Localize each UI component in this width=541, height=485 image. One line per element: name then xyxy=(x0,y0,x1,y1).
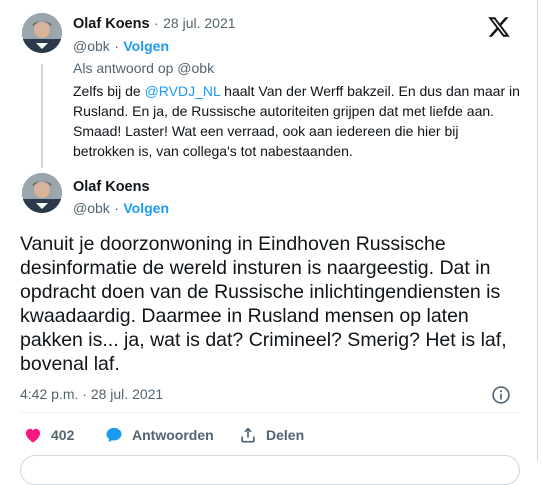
like-count: 402 xyxy=(51,427,75,443)
main-author-avatar[interactable] xyxy=(22,173,62,213)
tweet-time: 4:42 p.m. xyxy=(20,386,79,402)
main-tweet-text: Vanuit je doorzonwoning in Eindhoven Rus… xyxy=(20,233,507,375)
separator: · xyxy=(154,15,159,31)
reply-follow-button[interactable]: Volgen xyxy=(123,38,169,54)
tweet-card: Olaf Koens · 28 jul. 2021 @obk · Volgen … xyxy=(0,0,538,485)
reply-text-start: Zelfs bij de xyxy=(73,83,145,99)
reply-context-handle[interactable]: @obk xyxy=(177,60,214,76)
share-button[interactable]: Delen xyxy=(238,425,304,445)
read-replies-button[interactable] xyxy=(20,455,520,485)
main-handle-row: @obk · Volgen xyxy=(73,200,169,218)
main-follow-button[interactable]: Volgen xyxy=(123,200,169,216)
like-button[interactable]: 402 xyxy=(23,425,74,445)
reply-author-name[interactable]: Olaf Koens xyxy=(73,16,150,32)
tweet-date: 28 jul. 2021 xyxy=(90,386,164,402)
reply-context-label: Als antwoord op xyxy=(73,60,174,76)
heart-icon xyxy=(25,428,41,443)
reply-tweet-text: Zelfs bij de @RVDJ_NL haalt Van der Werf… xyxy=(73,81,523,161)
separator: · xyxy=(82,386,87,402)
tweet-timestamp[interactable]: 4:42 p.m. · 28 jul. 2021 xyxy=(20,386,163,402)
share-label: Delen xyxy=(266,427,305,443)
divider xyxy=(20,412,520,413)
share-icon xyxy=(241,427,255,443)
reply-bubble-icon xyxy=(106,427,122,443)
reply-button[interactable]: Antwoorden xyxy=(104,425,214,445)
reply-author-handle[interactable]: @obk xyxy=(73,38,110,54)
main-author-name[interactable]: Olaf Koens xyxy=(73,179,150,195)
reply-mention-link[interactable]: @RVDJ_NL xyxy=(145,83,221,99)
separator: · xyxy=(114,38,119,54)
reply-date[interactable]: 28 jul. 2021 xyxy=(163,15,235,31)
x-logo-icon[interactable] xyxy=(487,15,511,39)
info-icon[interactable] xyxy=(491,385,511,405)
main-author-handle[interactable]: @obk xyxy=(73,200,110,216)
reply-handle-row: @obk · Volgen xyxy=(73,38,169,56)
reply-context: Als antwoord op @obk xyxy=(73,60,214,76)
main-header: Olaf Koens xyxy=(73,178,150,196)
thread-connector-line xyxy=(41,64,43,168)
reply-author-avatar[interactable] xyxy=(22,13,62,53)
reply-header: Olaf Koens · 28 jul. 2021 xyxy=(73,15,236,33)
separator: · xyxy=(114,200,119,216)
reply-label: Antwoorden xyxy=(132,427,214,443)
